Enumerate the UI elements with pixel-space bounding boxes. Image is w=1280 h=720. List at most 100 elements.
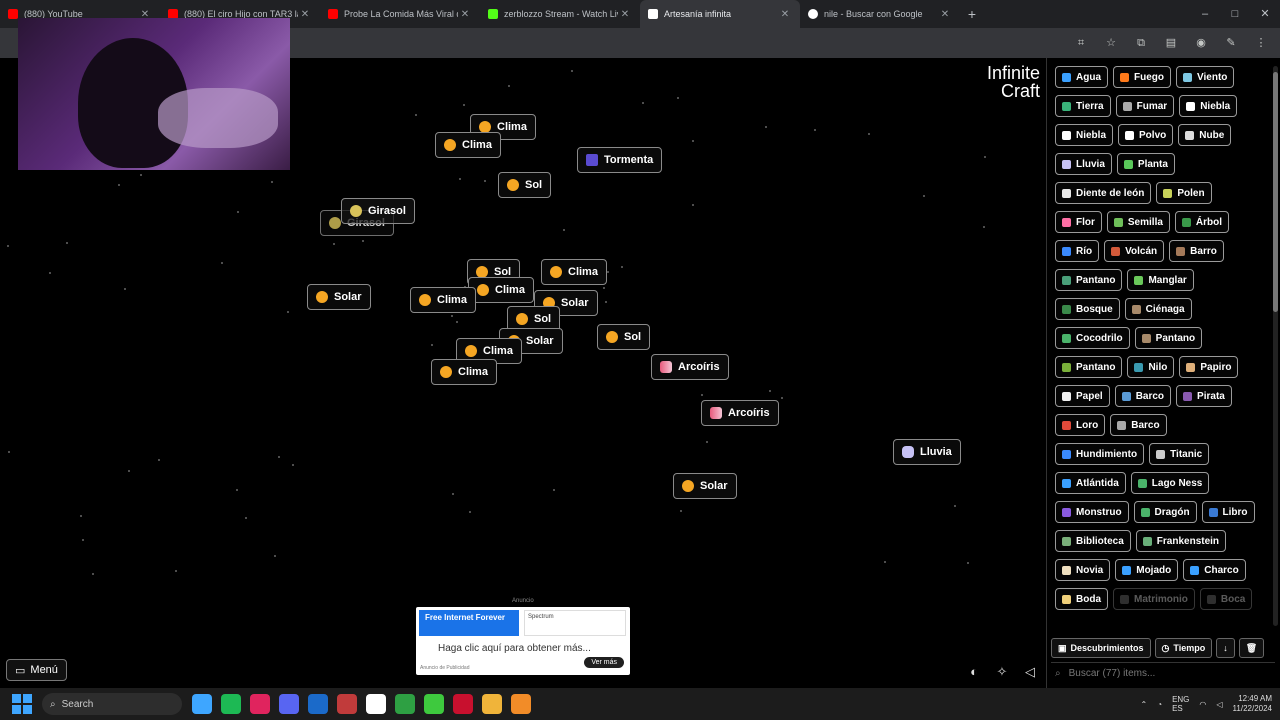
taskbar-app-icon[interactable] — [395, 694, 415, 714]
taskbar-app-icon[interactable] — [250, 694, 270, 714]
sidebar-element[interactable]: Semilla — [1106, 211, 1170, 233]
taskbar-app-icon[interactable] — [366, 694, 386, 714]
sidebar-element[interactable]: Loro — [1055, 414, 1106, 436]
taskbar-app-icon[interactable] — [308, 694, 328, 714]
sidebar-element[interactable]: Polvo — [1118, 124, 1174, 146]
profile-icon[interactable]: ◉ — [1192, 34, 1210, 52]
taskbar-search[interactable]: ⌕ Search — [42, 693, 182, 715]
sidebar-element[interactable]: Atlántida — [1055, 472, 1126, 494]
sidebar-element[interactable]: Nilo — [1127, 356, 1175, 378]
canvas-element[interactable]: Clima — [541, 259, 607, 285]
close-tab-icon[interactable]: ✕ — [298, 9, 312, 20]
sidebar-element[interactable]: Monstruo — [1055, 501, 1129, 523]
new-tab-button[interactable]: + — [960, 6, 984, 22]
canvas-element-dragging[interactable]: Girasol — [341, 198, 415, 224]
sidebar-element[interactable]: Barco — [1110, 414, 1167, 436]
clock[interactable]: 12:49 AM 11/22/2024 — [1233, 694, 1272, 714]
sidebar-element[interactable]: Bosque — [1055, 298, 1120, 320]
sidebar-element[interactable]: Titanic — [1149, 443, 1210, 465]
sidebar-element[interactable]: Tierra — [1055, 95, 1111, 117]
menu-icon[interactable]: ⋮ — [1252, 34, 1270, 52]
advertisement[interactable]: Anuncio Free Internet Forever Spectrum H… — [416, 598, 630, 675]
delete-button[interactable]: 🗑 — [1238, 638, 1265, 658]
sidebar-element[interactable]: Río — [1055, 240, 1100, 262]
wifi-icon[interactable]: ◠ — [1199, 700, 1206, 709]
sidebar-element[interactable]: Fuego — [1113, 66, 1171, 88]
sidebar-element[interactable]: Cocodrilo — [1055, 327, 1130, 349]
sidebar-element[interactable]: Charco — [1183, 559, 1246, 581]
close-tab-icon[interactable]: ✕ — [618, 9, 632, 20]
sidebar-element[interactable]: Pirata — [1176, 385, 1232, 407]
sidebar-element[interactable]: Libro — [1201, 501, 1255, 523]
extensions-icon[interactable]: ⧉ — [1132, 34, 1150, 52]
canvas-element[interactable]: Sol — [597, 324, 651, 350]
browser-tab[interactable]: nile - Buscar con Google ✕ — [800, 0, 960, 28]
browser-tab[interactable]: Probe La Comida Más Viral de...✕ — [320, 0, 480, 28]
windows-start-icon[interactable] — [12, 694, 32, 714]
search-bar[interactable]: ⌕ Buscar (77) items... — [1051, 662, 1275, 684]
sidebar-element[interactable]: Planta — [1116, 153, 1175, 175]
sidebar-element[interactable]: Niebla — [1055, 124, 1114, 146]
broom-icon[interactable]: ✧ — [994, 664, 1010, 680]
taskbar-app-icon[interactable] — [337, 694, 357, 714]
close-tab-icon[interactable]: ✕ — [778, 9, 792, 20]
sidebar-element[interactable]: Papel — [1055, 385, 1110, 407]
scrollbar-thumb[interactable] — [1273, 72, 1278, 312]
canvas-element[interactable]: Tormenta — [577, 147, 663, 173]
sidebar-element[interactable]: Novia — [1055, 559, 1111, 581]
sidebar-element[interactable]: Pantano — [1134, 327, 1203, 349]
sidebar-element[interactable]: Lluvia — [1055, 153, 1112, 175]
sidebar-element[interactable]: Barco — [1114, 385, 1172, 407]
sidebar-element[interactable]: Polen — [1156, 182, 1212, 204]
menu-button[interactable]: ▭ Menú — [6, 659, 67, 681]
canvas-element[interactable]: Clima — [435, 132, 501, 158]
sidebar-element[interactable]: Flor — [1055, 211, 1102, 233]
canvas-element[interactable]: Solar — [673, 473, 737, 499]
sidebar-element[interactable]: Hundimiento — [1055, 443, 1145, 465]
sort-button[interactable]: ↓ — [1216, 638, 1235, 658]
sidebar-element[interactable]: Mojado — [1115, 559, 1179, 581]
language-indicator[interactable]: ENG ES — [1172, 695, 1189, 713]
sidebar-element[interactable]: Boda — [1055, 588, 1108, 610]
sidebar-element[interactable]: Frankenstein — [1135, 530, 1227, 552]
minimize-button[interactable]: – — [1190, 0, 1220, 28]
close-window-button[interactable]: ✕ — [1250, 0, 1280, 28]
sidebar-element[interactable]: Papiro — [1179, 356, 1239, 378]
browser-tab[interactable]: zerblozzo Stream - Watch Live...✕ — [480, 0, 640, 28]
browser-tab-active[interactable]: Artesanía infinita ✕ — [640, 0, 800, 28]
ad-button[interactable]: Ver más — [584, 657, 624, 668]
ad-side-panel[interactable]: Spectrum — [524, 610, 626, 636]
taskbar-app-icon[interactable] — [482, 694, 502, 714]
tab-time[interactable]: ◷ Tiempo — [1154, 638, 1213, 658]
sidebar-element[interactable]: Diente de león — [1055, 182, 1152, 204]
sidebar-element[interactable]: Fumar — [1115, 95, 1175, 117]
sidebar-element[interactable]: Manglar — [1127, 269, 1194, 291]
sidebar-element[interactable]: Niebla — [1179, 95, 1238, 117]
sidebar-element[interactable]: Boca — [1199, 588, 1253, 610]
edit-icon[interactable]: ✎ — [1222, 34, 1240, 52]
canvas-element[interactable]: Arcoíris — [701, 400, 779, 426]
canvas-element[interactable]: Solar — [307, 284, 371, 310]
taskbar-app-icon[interactable] — [192, 694, 212, 714]
canvas-element[interactable]: Clima — [410, 287, 476, 313]
volume-icon[interactable]: ◁ — [1216, 700, 1222, 709]
search-input[interactable]: Buscar (77) items... — [1069, 668, 1156, 679]
close-tab-icon[interactable]: ✕ — [458, 9, 472, 20]
canvas-element[interactable]: Clima — [468, 277, 534, 303]
sidebar-element[interactable]: Nube — [1178, 124, 1232, 146]
sidebar-element[interactable]: Agua — [1055, 66, 1108, 88]
sidebar-element[interactable]: Viento — [1176, 66, 1235, 88]
sidebar-element[interactable]: Barro — [1169, 240, 1224, 262]
sidebar-element[interactable]: Dragón — [1133, 501, 1197, 523]
taskbar-app-icon[interactable] — [279, 694, 299, 714]
canvas-element[interactable]: Arcoíris — [651, 354, 729, 380]
dark-mode-icon[interactable]: ◐ — [966, 664, 982, 680]
ad-headline[interactable]: Free Internet Forever — [419, 610, 519, 636]
canvas-element[interactable]: Sol — [498, 172, 552, 198]
taskbar-app-icon[interactable] — [424, 694, 444, 714]
sidebar-scrollbar[interactable] — [1273, 66, 1278, 626]
network-icon[interactable]: ◔ — [1157, 700, 1162, 709]
sidebar-element[interactable]: Pantano — [1055, 356, 1123, 378]
sidebar-element[interactable]: Lago Ness — [1130, 472, 1210, 494]
chevron-up-icon[interactable]: ⌃ — [1141, 700, 1148, 709]
